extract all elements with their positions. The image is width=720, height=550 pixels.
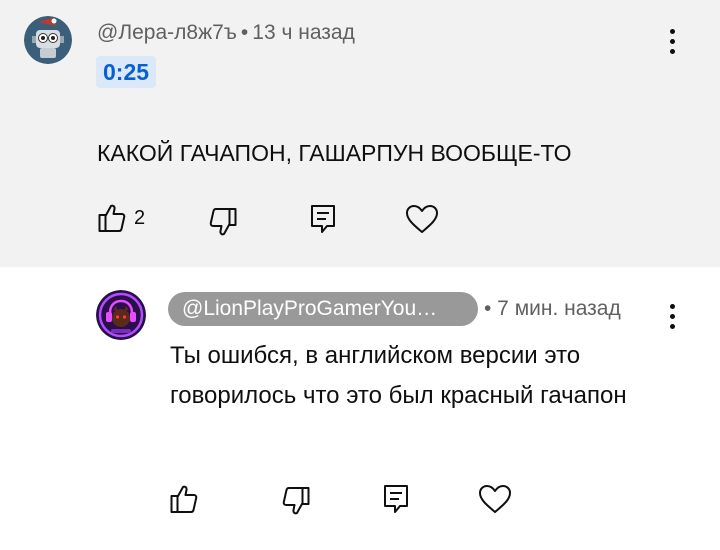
robot-avatar-icon (24, 16, 72, 64)
avatar[interactable] (24, 16, 72, 64)
thumbs-up-icon[interactable] (98, 203, 126, 233)
author-name[interactable]: @Лера-л8ж7ъ (97, 21, 237, 44)
parent-comment: @Лера-л8ж7ъ • 13 ч назад 0:25 КАКОЙ ГАЧАПО… (0, 0, 720, 267)
more-vert-icon[interactable] (667, 304, 677, 329)
time-ago: 13 ч назад (252, 21, 355, 44)
heart-icon[interactable] (478, 484, 512, 514)
reply-icon[interactable] (310, 204, 336, 234)
reply-text: Ты ошибся, в английском версии это говор… (170, 342, 627, 409)
reply-icon[interactable] (383, 484, 409, 514)
time-ago: • 7 мин. назад (484, 297, 621, 320)
gamer-avatar-icon (96, 290, 146, 340)
like-count: 2 (134, 206, 146, 229)
video-timestamp-link[interactable]: 0:25 (96, 56, 157, 88)
thumbs-down-icon[interactable] (209, 207, 237, 237)
author-name-chip[interactable]: @LionPlayProGamerYou… (168, 292, 478, 326)
separator-dot: • (240, 21, 249, 44)
comment-meta: @Лера-л8ж7ъ • 13 ч назад (97, 21, 355, 45)
comment-text: КАКОЙ ГАЧАПОН, ГАШАРПУН ВООБЩЕ-ТО (97, 140, 572, 166)
thumbs-down-icon[interactable] (282, 486, 310, 516)
thumbs-up-icon[interactable] (170, 484, 198, 514)
like-action: 2 (98, 203, 145, 233)
avatar[interactable] (96, 290, 146, 340)
heart-icon[interactable] (405, 204, 439, 234)
more-vert-icon[interactable] (667, 29, 677, 54)
